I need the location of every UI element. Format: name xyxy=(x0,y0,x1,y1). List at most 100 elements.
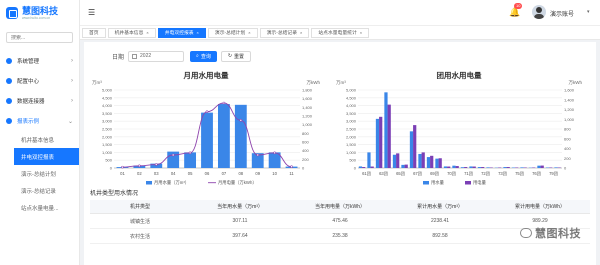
chevron-right-icon: › xyxy=(71,78,73,84)
tab-station[interactable]: 站点水量电量统计 × xyxy=(311,27,370,38)
line-point xyxy=(138,164,141,168)
left-axis-unit: 万m³ xyxy=(92,80,102,86)
column-header: 机井类型 xyxy=(129,204,150,210)
x-tick-label: 03 xyxy=(154,171,159,176)
legend-label: 月用电量（万kWh） xyxy=(218,179,257,186)
column-header: 累计用水量（万m³） xyxy=(417,204,463,210)
x-tick-label: 76团 xyxy=(532,171,541,177)
sidebar-subitem-well-report[interactable]: 井电双控报表 xyxy=(14,148,79,165)
sidebar-item-reports[interactable]: 报表示例 ⌄ xyxy=(0,111,79,131)
user-name[interactable]: 演示账号 xyxy=(550,9,574,18)
bar xyxy=(520,167,524,168)
reset-button[interactable]: ↻ 重置 xyxy=(220,50,252,62)
bar xyxy=(401,164,405,168)
bar xyxy=(464,167,468,168)
x-tick-label: 65团 xyxy=(396,171,405,177)
table-row: 农村生活 397.64 235.38 892.58 ... xyxy=(90,229,590,244)
bar xyxy=(438,158,442,168)
bar xyxy=(447,166,451,168)
tab-record[interactable]: 演示-总结记录 × xyxy=(259,27,310,38)
left-tick-label: 3,500 xyxy=(102,111,113,116)
right-axis-unit: 万kWh xyxy=(307,80,321,86)
sidebar-subitem-plan[interactable]: 演示-总结计划 xyxy=(0,165,79,182)
x-tick-label: 71团 xyxy=(464,171,473,177)
sidebar: 慧图科技 www.huitu.com.cn 系统管理 › 配置中心 › 数据连接… xyxy=(0,0,80,265)
calendar-icon xyxy=(132,53,138,59)
left-tick-label: 1,000 xyxy=(102,150,113,155)
close-icon[interactable]: × xyxy=(300,30,302,35)
x-tick-label: 70团 xyxy=(447,171,456,177)
left-tick-label: 2,500 xyxy=(346,127,357,132)
table-header: 机井类型 当年用水量（万m³） 当年用电量（万kWh） 累计用水量（万m³） 累… xyxy=(90,200,590,214)
tab-label: 站点水量电量统计 xyxy=(318,31,357,36)
legend-swatch xyxy=(423,181,429,185)
x-tick-label: 01 xyxy=(120,171,125,176)
menu-toggle-icon[interactable]: ☰ xyxy=(88,8,95,17)
left-tick-label: 3,000 xyxy=(346,119,357,124)
close-icon[interactable]: × xyxy=(146,30,148,35)
right-tick-label: 400 xyxy=(302,148,309,153)
close-icon[interactable]: × xyxy=(248,30,250,35)
sidebar-subitem-station[interactable]: 站点水量电量... xyxy=(0,199,79,216)
chevron-right-icon: › xyxy=(71,58,73,64)
sidebar-search-input[interactable] xyxy=(11,34,68,41)
bar xyxy=(421,152,425,168)
chevron-down-icon[interactable]: ▾ xyxy=(587,9,590,15)
chart-title: 团用水用电量 xyxy=(437,70,482,80)
line-point xyxy=(222,101,226,105)
database-icon xyxy=(6,98,12,104)
logo[interactable]: 慧图科技 www.huitu.com.cn xyxy=(0,0,79,26)
right-tick-label: 1,800 xyxy=(302,88,313,93)
gear-icon xyxy=(6,58,12,64)
tab-well-report[interactable]: 井电双控报表 × xyxy=(157,27,206,38)
bar xyxy=(435,158,439,168)
bar xyxy=(469,166,473,168)
sidebar-search xyxy=(6,32,73,43)
left-tick-label: 4,000 xyxy=(102,103,113,108)
close-icon[interactable]: × xyxy=(197,30,199,35)
sidebar-item-label: 报表示例 xyxy=(17,119,40,125)
bar xyxy=(184,152,197,168)
right-tick-label: 1,200 xyxy=(302,114,313,119)
bar xyxy=(404,164,408,168)
sidebar-item-config[interactable]: 配置中心 › xyxy=(0,71,79,91)
tab-label: 首页 xyxy=(89,31,99,36)
table-row: 城镇生活 307.11 475.46 2238.41 989.29 xyxy=(90,214,590,229)
table-cell: 307.11 xyxy=(232,218,248,224)
sidebar-subitem-well-info[interactable]: 机井基本信息 xyxy=(0,131,79,148)
sidebar-item-system[interactable]: 系统管理 › xyxy=(0,51,79,71)
tab-bar: 首页 机井基本信息 × 井电双控报表 × 演示-总结计划 × 演示-总结记录 × 站点水… xyxy=(80,26,600,40)
sidebar-subitem-record[interactable]: 演示-总结记录 xyxy=(0,182,79,199)
avatar[interactable] xyxy=(532,5,546,19)
bar xyxy=(384,92,388,168)
close-icon[interactable]: × xyxy=(360,30,362,35)
table-cell: 农村生活 xyxy=(129,233,150,240)
tab-well-info[interactable]: 机井基本信息 × xyxy=(107,27,156,38)
sidebar-item-connector[interactable]: 数据连接器 › xyxy=(0,91,79,111)
x-tick-label: 09 xyxy=(255,171,260,176)
line-point xyxy=(239,119,243,122)
tab-label: 演示-总结计划 xyxy=(214,31,246,36)
x-tick-label: 79团 xyxy=(549,171,558,177)
x-tick-label: 10 xyxy=(272,171,277,176)
right-tick-label: 1,400 xyxy=(564,97,575,102)
bar xyxy=(452,165,456,168)
query-button[interactable]: ⌕ 查询 xyxy=(190,50,217,62)
date-picker[interactable]: 2022 xyxy=(128,50,185,62)
tab-label: 演示-总结记录 xyxy=(266,31,298,36)
right-tick-label: 1,600 xyxy=(302,96,313,101)
column-header: 当年用水量（万m³） xyxy=(217,204,263,210)
line-point xyxy=(205,110,209,113)
column-header: 累计用电量（万kWh） xyxy=(514,204,565,210)
bar xyxy=(426,157,431,168)
right-tick-label: 0 xyxy=(302,166,305,171)
bar xyxy=(506,167,510,168)
tab-plan[interactable]: 演示-总结计划 × xyxy=(207,27,258,38)
logo-icon xyxy=(6,7,18,19)
x-tick-label: 67团 xyxy=(413,171,422,177)
watermark: 慧图科技 xyxy=(520,225,581,241)
monthly-chart-svg: 月用水用电量万m³ 万kWh05001,0001,5002,0002,5003,0… xyxy=(92,70,321,186)
x-tick-label: 69团 xyxy=(430,171,439,177)
tab-home[interactable]: 首页 xyxy=(82,27,106,38)
regiment-chart-svg: 团用水用电量万m³ 万kWh 0 500 1,000 1,500 2,000 2,500 3,0… xyxy=(336,70,582,186)
